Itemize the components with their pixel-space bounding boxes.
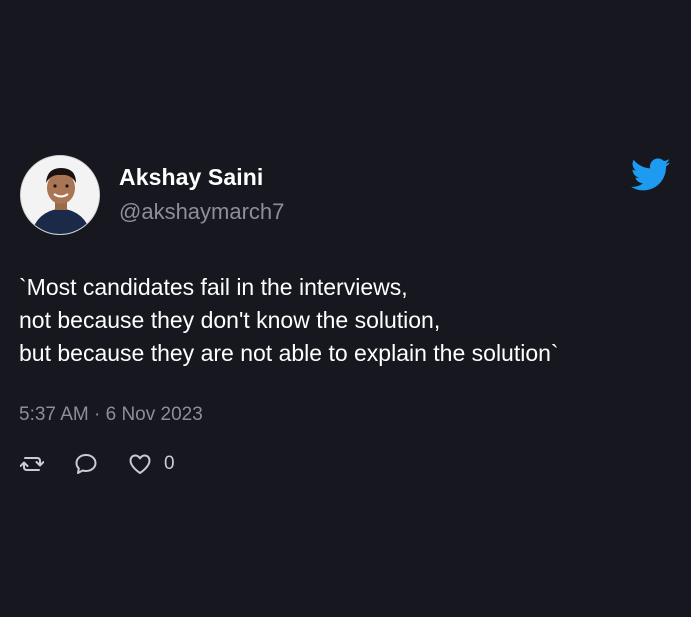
- retweet-button[interactable]: [20, 454, 44, 474]
- like-button[interactable]: 0: [128, 453, 175, 475]
- author-handle[interactable]: @akshaymarch7: [119, 199, 284, 225]
- retweet-icon: [20, 454, 44, 474]
- tweet-text: `Most candidates fail in the interviews,…: [19, 271, 679, 370]
- tweet-text-line-1: `Most candidates fail in the interviews,: [19, 274, 408, 300]
- avatar[interactable]: [20, 155, 100, 235]
- tweet-header: Akshay Saini @akshaymarch7: [20, 155, 671, 237]
- tweet-text-line-2: not because they don't know the solution…: [19, 307, 441, 333]
- tweet-text-line-3: but because they are not able to explain…: [19, 340, 559, 366]
- tweet-card: Akshay Saini @akshaymarch7 `Most candida…: [0, 0, 691, 617]
- tweet-actions: 0: [20, 450, 205, 478]
- reply-icon: [74, 453, 98, 475]
- heart-icon: [128, 453, 152, 475]
- tweet-timestamp[interactable]: 5:37 AM · 6 Nov 2023: [19, 404, 203, 426]
- twitter-bird-icon[interactable]: [630, 157, 671, 193]
- reply-button[interactable]: [74, 453, 98, 475]
- like-count: 0: [164, 453, 175, 474]
- author-name[interactable]: Akshay Saini: [119, 164, 263, 191]
